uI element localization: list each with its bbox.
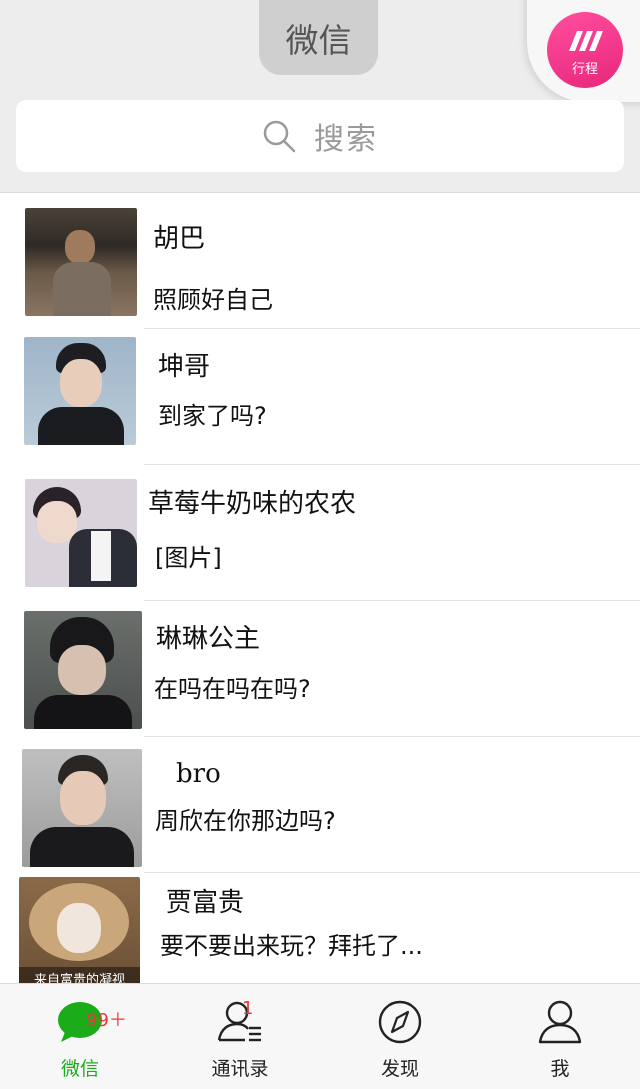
- unread-badge: 99＋: [86, 1010, 127, 1031]
- chat-name: 胡巴: [153, 224, 206, 254]
- tab-label: 微信: [60, 1058, 99, 1080]
- chat-row[interactable]: 来自富贵的凝视 贾富贵 要不要出来玩？拜托了...: [0, 873, 640, 989]
- avatar: [24, 337, 136, 445]
- bottom-tab-bar: 微信 99＋ 通讯录 1 发现 我: [0, 983, 640, 1089]
- tab-label: 通讯录: [211, 1058, 269, 1080]
- chat-name: bro: [176, 759, 221, 789]
- chat-row[interactable]: 草莓牛奶味的农农 [图片]: [0, 465, 640, 601]
- tab-label: 发现: [380, 1058, 419, 1080]
- chat-name: 草莓牛奶味的农农: [148, 489, 357, 519]
- contacts-icon: [217, 1001, 261, 1042]
- trip-widget[interactable]: 行程: [527, 0, 640, 102]
- chat-name: 坤哥: [158, 352, 211, 382]
- top-header: 微信 行程 搜索: [0, 0, 640, 193]
- chat-preview: 在吗在吗在吗?: [154, 675, 311, 703]
- search-icon: [263, 120, 296, 153]
- chat-preview: [图片]: [155, 544, 222, 572]
- search-placeholder: 搜索: [314, 122, 378, 157]
- person-icon: [538, 1000, 582, 1044]
- chat-row[interactable]: 胡巴 照顾好自己: [0, 193, 640, 329]
- tab-me[interactable]: 我: [480, 984, 640, 1089]
- trip-button[interactable]: 行程: [547, 12, 623, 88]
- chat-preview: 周欣在你那边吗?: [155, 807, 336, 835]
- trip-label: 行程: [571, 62, 598, 77]
- avatar: 来自富贵的凝视: [19, 877, 140, 989]
- chat-row[interactable]: 琳琳公主 在吗在吗在吗?: [0, 601, 640, 737]
- chat-preview: 到家了吗?: [158, 402, 267, 430]
- tab-contacts[interactable]: 通讯录 1: [160, 984, 320, 1089]
- chat-preview: 要不要出来玩？拜托了...: [160, 932, 423, 960]
- tab-chats[interactable]: 微信 99＋: [0, 984, 160, 1089]
- compass-icon: [378, 1000, 422, 1044]
- contacts-badge: 1: [242, 998, 254, 1019]
- avatar: [24, 611, 142, 729]
- search-bar[interactable]: 搜索: [16, 100, 624, 172]
- trip-logo-icon: [569, 31, 603, 51]
- chat-row[interactable]: bro 周欣在你那边吗?: [0, 737, 640, 873]
- page-title: 微信: [259, 0, 378, 75]
- chat-preview: 照顾好自己: [153, 286, 273, 314]
- avatar: [25, 208, 137, 316]
- chat-name: 琳琳公主: [156, 624, 261, 654]
- chat-name: 贾富贵: [166, 888, 245, 918]
- chat-row[interactable]: 坤哥 到家了吗?: [0, 329, 640, 465]
- avatar: [25, 479, 137, 587]
- tab-discover[interactable]: 发现: [320, 984, 480, 1089]
- tab-label: 我: [550, 1058, 570, 1080]
- avatar: [22, 749, 142, 867]
